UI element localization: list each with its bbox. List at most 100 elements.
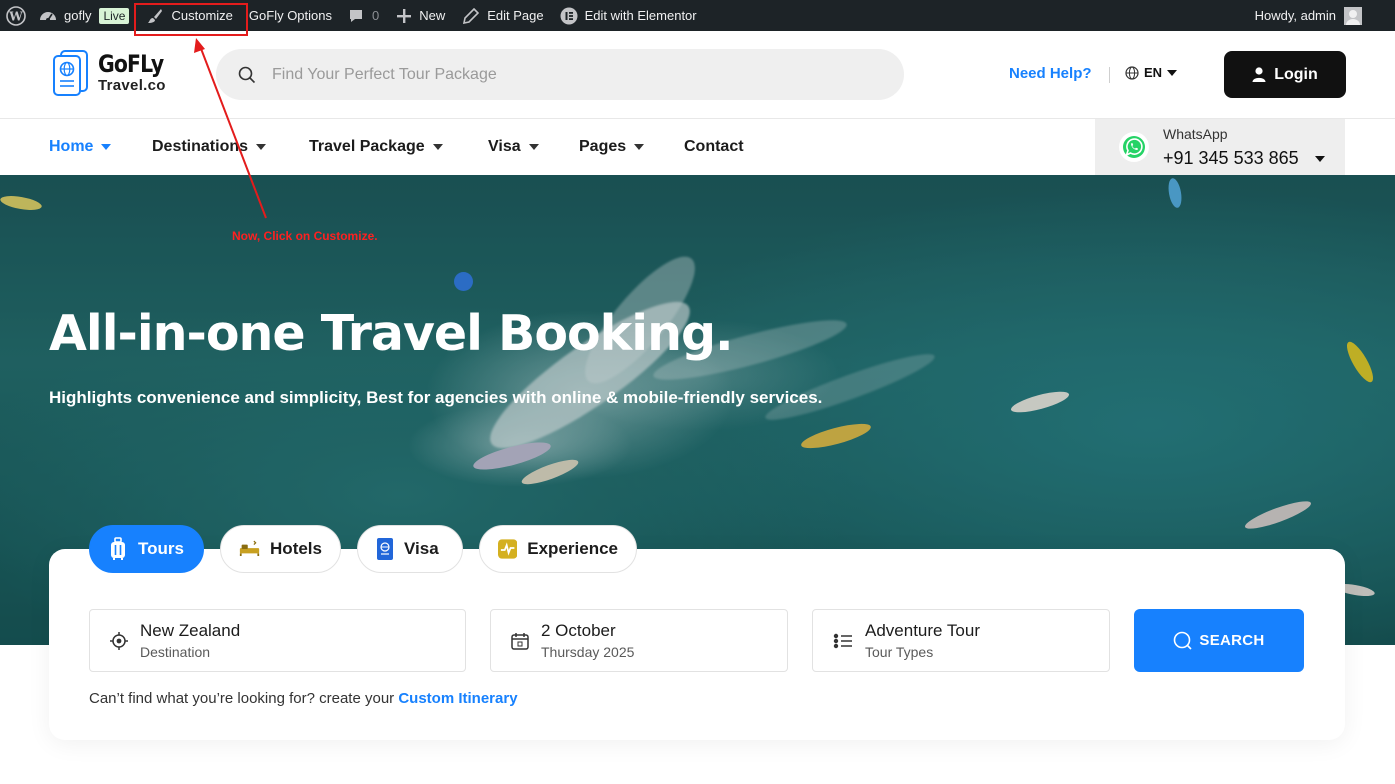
site-logo[interactable]: GoFLy Travel.co (52, 49, 175, 97)
comment-icon (350, 9, 362, 22)
my-account-link[interactable]: Howdy, admin (1255, 0, 1362, 31)
chevron-down-icon (256, 144, 267, 150)
language-label: EN (1144, 65, 1163, 80)
tour-type-field[interactable]: Adventure Tour Tour Types (812, 609, 1110, 672)
activity-icon (498, 539, 518, 559)
nav-item-travel-package[interactable]: Travel Package (309, 138, 443, 156)
live-badge: Live (99, 7, 130, 24)
logo-subtitle: Travel.co (98, 77, 166, 94)
user-icon (1252, 67, 1266, 82)
whatsapp-number: +91 345 533 865 (1163, 148, 1299, 168)
search-button[interactable]: SEARCH (1134, 609, 1304, 672)
site-name-link[interactable]: gofly Live (31, 0, 137, 31)
tab-tours[interactable]: Tours (89, 525, 204, 573)
passport-icon (377, 538, 393, 560)
customize-highlight-box (134, 3, 248, 36)
main-nav: Home Destinations Travel Package Visa Pa… (0, 119, 1395, 175)
page: W gofly Live Customize GoFly Options 0 N… (0, 0, 1395, 784)
new-label: New (419, 8, 446, 23)
tab-experience[interactable]: Experience (479, 525, 637, 573)
date-label: Thursday 2025 (541, 644, 635, 660)
tutorial-annotation: Now, Click on Customize. (232, 229, 378, 243)
whatsapp-number-row: +91 345 533 865 (1163, 148, 1325, 169)
howdy-text: Howdy, admin (1254, 8, 1336, 23)
dashboard-icon (40, 11, 56, 22)
site-header: GoFLy Travel.co Find Your Perfect Tour P… (0, 31, 1395, 119)
language-selector[interactable]: EN (1125, 65, 1178, 80)
passport-logo-icon (53, 50, 88, 96)
elementor-icon (560, 7, 578, 24)
edit-elementor-link[interactable]: Edit with Elementor (552, 0, 705, 31)
chevron-down-icon (432, 144, 443, 150)
list-icon (833, 633, 852, 648)
chevron-down-icon (528, 144, 539, 150)
chevron-down-icon (101, 144, 112, 150)
tab-visa[interactable]: Visa (357, 525, 463, 573)
new-content-link[interactable]: New (387, 0, 453, 31)
custom-itinerary-text: Can’t find what you’re looking for? crea… (89, 690, 395, 707)
custom-itinerary-link[interactable]: Custom Itinerary (398, 690, 517, 707)
hero-subtitle: Highlights convenience and simplicity, B… (49, 388, 823, 407)
tour-type-label: Tour Types (865, 644, 934, 660)
search-button-label: SEARCH (1199, 632, 1265, 649)
globe-icon (1125, 65, 1139, 80)
luggage-icon (111, 537, 125, 560)
plus-icon (397, 8, 412, 23)
tab-label: Visa (404, 539, 439, 558)
hero-title: All-in-one Travel Booking. (49, 305, 734, 362)
chevron-down-icon (1167, 69, 1178, 76)
tab-hotels[interactable]: Hotels (220, 525, 341, 573)
tab-label: Tours (138, 539, 184, 558)
nav-item-label: Home (49, 138, 94, 155)
header-divider (1109, 67, 1110, 83)
nav-item-destinations[interactable]: Destinations (152, 138, 267, 156)
nav-item-home[interactable]: Home (49, 138, 112, 156)
avatar (1344, 6, 1362, 25)
comments-count: 0 (372, 8, 380, 23)
nav-item-label: Travel Package (309, 138, 425, 155)
calendar-icon (511, 632, 529, 650)
tour-type-value: Adventure Tour (865, 621, 980, 640)
wordpress-logo-icon[interactable]: W (1, 0, 31, 31)
pencil-icon (463, 7, 480, 24)
gofly-options-link[interactable]: GoFly Options (241, 0, 340, 31)
search-icon (238, 66, 256, 83)
nav-item-pages[interactable]: Pages (579, 138, 645, 156)
tour-search-input[interactable]: Find Your Perfect Tour Package (216, 49, 904, 100)
date-field[interactable]: 2 October Thursday 2025 (490, 609, 788, 672)
date-value: 2 October (541, 621, 616, 640)
nav-item-visa[interactable]: Visa (488, 138, 539, 156)
edit-page-link[interactable]: Edit Page (453, 0, 551, 31)
custom-itinerary-line: Can’t find what you’re looking for? crea… (89, 690, 518, 707)
tab-label: Hotels (270, 539, 322, 558)
whatsapp-label: WhatsApp (1163, 126, 1228, 142)
gofly-options-label: GoFly Options (248, 8, 332, 23)
edit-page-label: Edit Page (487, 8, 544, 23)
nav-item-label: Contact (684, 138, 744, 155)
whatsapp-icon (1119, 132, 1149, 162)
site-name: gofly (64, 8, 92, 23)
whatsapp-contact[interactable]: WhatsApp +91 345 533 865 (1095, 119, 1345, 175)
bed-icon (239, 540, 260, 557)
destination-value: New Zealand (140, 621, 241, 640)
chevron-down-icon (634, 144, 645, 150)
nav-item-label: Pages (579, 138, 627, 155)
cursor-dot (454, 272, 473, 291)
nav-item-contact[interactable]: Contact (684, 138, 744, 156)
chevron-down-icon (1314, 155, 1325, 162)
search-icon (1174, 631, 1192, 650)
edit-elementor-label: Edit with Elementor (584, 8, 697, 23)
tab-label: Experience (527, 539, 618, 558)
destination-field[interactable]: New Zealand Destination (89, 609, 466, 672)
destination-label: Destination (140, 644, 211, 660)
need-help-link[interactable]: Need Help? (1009, 65, 1092, 82)
nav-item-label: Visa (488, 138, 521, 155)
login-label: Login (1274, 65, 1318, 83)
comments-link[interactable]: 0 (340, 0, 387, 31)
search-placeholder: Find Your Perfect Tour Package (272, 65, 497, 83)
svg-text:W: W (8, 9, 23, 23)
location-target-icon (110, 631, 128, 650)
nav-item-label: Destinations (152, 138, 249, 155)
logo-name: GoFLy (98, 50, 164, 78)
login-button[interactable]: Login (1224, 51, 1346, 98)
